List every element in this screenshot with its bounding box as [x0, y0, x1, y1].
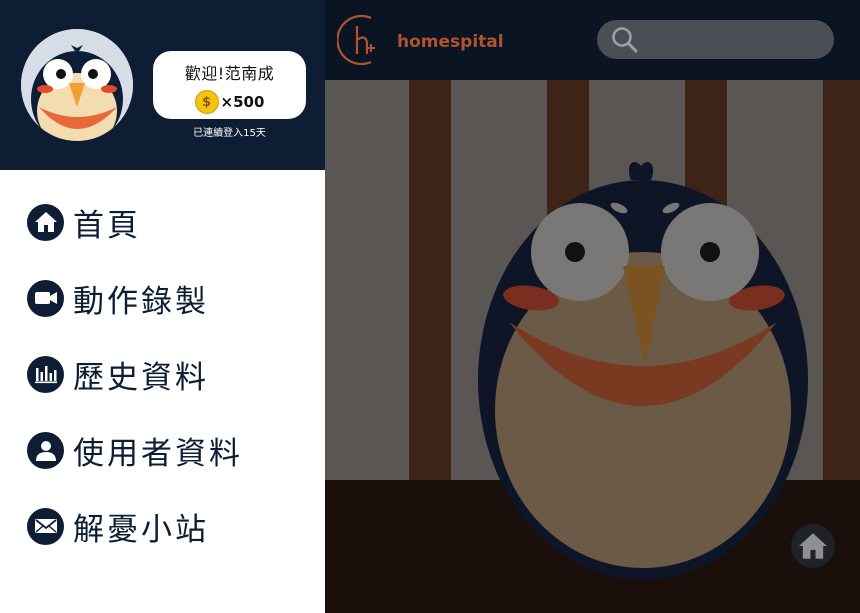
- background-scene: [325, 80, 860, 613]
- profile-header: 歡迎!范南成 $ ×500 已連續登入15天: [0, 0, 325, 170]
- homespital-logo-icon: [337, 14, 375, 66]
- menu-label: 使用者資料: [73, 435, 243, 472]
- welcome-text: 歡迎!范南成: [184, 64, 275, 83]
- menu-item-home[interactable]: 首頁: [0, 184, 325, 260]
- login-streak: 已連續登入15天: [193, 128, 266, 139]
- menu-label: 歷史資料: [73, 359, 209, 396]
- menu-item-history[interactable]: 歷史資料: [0, 336, 325, 412]
- bar-chart-icon: [27, 355, 64, 393]
- menu-label: 首頁: [73, 207, 141, 244]
- menu-item-record[interactable]: 動作錄製: [0, 260, 325, 336]
- menu-item-relief-station[interactable]: 解憂小站: [0, 488, 325, 564]
- coin-count: ×500: [220, 93, 265, 111]
- video-camera-icon: [27, 279, 64, 317]
- sidebar: 歡迎!范南成 $ ×500 已連續登入15天 首頁 動作錄製 歷史資料 使用者資…: [0, 0, 325, 613]
- penguin-avatar-icon: [21, 29, 133, 141]
- welcome-card: 歡迎!范南成 $ ×500: [153, 51, 306, 119]
- coin-icon: $: [194, 90, 219, 114]
- home-floating-button[interactable]: [791, 524, 835, 568]
- search-bar[interactable]: [597, 20, 834, 59]
- logo-text: homespital: [397, 32, 504, 52]
- search-icon[interactable]: [611, 26, 639, 54]
- side-menu: 首頁 動作錄製 歷史資料 使用者資料 解憂小站: [0, 184, 325, 564]
- avatar[interactable]: [21, 29, 133, 141]
- menu-label: 解憂小站: [73, 511, 209, 548]
- menu-label: 動作錄製: [73, 283, 209, 320]
- menu-item-user-profile[interactable]: 使用者資料: [0, 412, 325, 488]
- coin-balance: $ ×500: [153, 90, 306, 114]
- home-icon: [27, 203, 64, 241]
- home-icon: [799, 533, 827, 559]
- top-bar: homespital: [325, 0, 860, 80]
- mail-icon: [27, 507, 64, 545]
- user-icon: [27, 431, 64, 469]
- penguin-scene-illustration-icon: [325, 80, 860, 613]
